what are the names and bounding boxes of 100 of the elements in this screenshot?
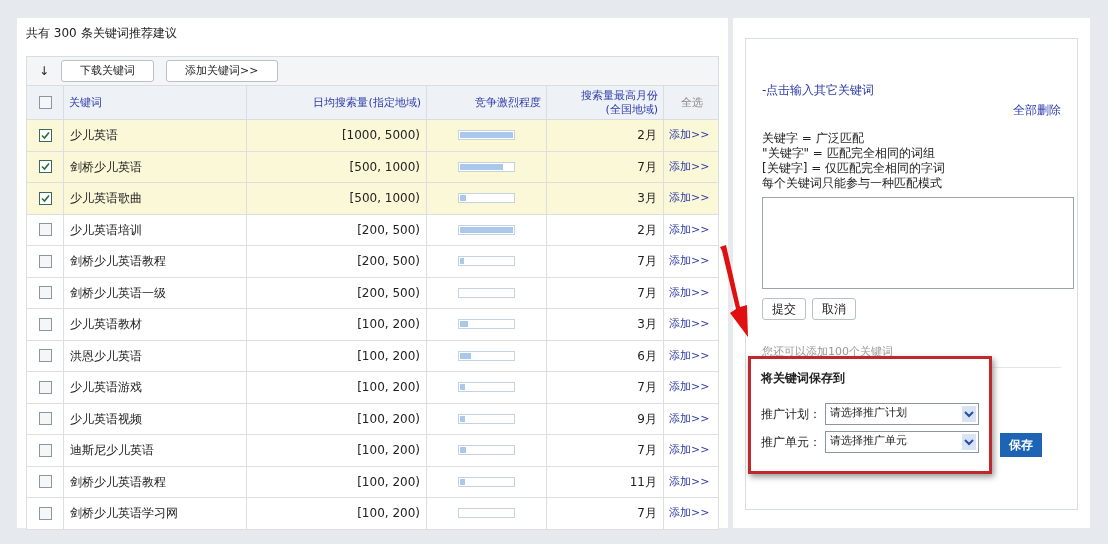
select-field[interactable]: 请选择推广单元: [824, 430, 979, 453]
month-cell-text: 2月: [637, 127, 657, 145]
add-link[interactable]: 添加>>: [669, 473, 710, 490]
table-row[interactable]: 少儿英语 [1000, 5000) 2月 添加>>: [26, 120, 719, 152]
table-row[interactable]: 剑桥少儿英语学习网 [100, 200) 7月 添加>>: [26, 498, 719, 530]
checkbox[interactable]: [38, 506, 52, 520]
keyword-cell-text: 剑桥少儿英语教程: [70, 473, 166, 491]
checkbox[interactable]: [38, 349, 52, 363]
table-row[interactable]: 剑桥少儿英语 [500, 1000) 7月 添加>>: [26, 151, 719, 183]
toolbar-button[interactable]: 添加关键词>>: [166, 60, 278, 82]
volume-cell-text: [100, 200): [357, 379, 420, 397]
volume-cell-text: [1000, 5000): [341, 127, 420, 145]
save-button[interactable]: 保存: [1000, 432, 1042, 457]
checkbox[interactable]: [38, 412, 52, 426]
volume-cell-text: [100, 200): [357, 347, 420, 365]
volume-cell-text: [500, 1000): [349, 190, 420, 208]
volume-cell-text: [100, 200): [357, 442, 420, 460]
add-link[interactable]: 添加>>: [669, 316, 710, 333]
month-cell-text: 7月: [637, 442, 657, 460]
chevron-down-icon: [962, 405, 976, 422]
table-row[interactable]: 剑桥少儿英语教程 [100, 200) 11月 添加>>: [26, 466, 719, 498]
checkbox[interactable]: [38, 254, 52, 268]
form-button[interactable]: 取消: [812, 298, 856, 320]
add-link[interactable]: 添加>>: [669, 410, 710, 427]
volume-cell-text: [500, 1000): [349, 158, 420, 176]
table-row[interactable]: 迪斯尼少儿英语 [100, 200) 7月 添加>>: [26, 435, 719, 467]
table-row[interactable]: 少儿英语培训 [200, 500) 2月 添加>>: [26, 214, 719, 246]
month-cell-text: 7月: [637, 253, 657, 271]
add-link[interactable]: 添加>>: [669, 505, 710, 522]
match-rule-text: [关键字] = 仅匹配完全相同的字词: [762, 161, 947, 176]
match-rule-text: "关键字" = 匹配完全相同的词组: [762, 146, 936, 161]
month-cell-text: 3月: [637, 316, 657, 334]
keyword-cell-text: 少儿英语培训: [70, 221, 142, 239]
competition-bar: [458, 508, 515, 519]
table-row[interactable]: 少儿英语歌曲 [500, 1000) 3月 添加>>: [26, 183, 719, 215]
keyword-cell-text: 剑桥少儿英语教程: [70, 253, 166, 271]
checkbox[interactable]: [38, 223, 52, 237]
volume-cell-text: [100, 200): [357, 316, 420, 334]
toolbar-button[interactable]: 下载关键词: [61, 60, 155, 82]
month-cell-text: 6月: [637, 347, 657, 365]
add-link[interactable]: 添加>>: [669, 127, 710, 144]
field-label: 推广计划：: [761, 405, 822, 423]
select-field[interactable]: 请选择推广计划: [824, 402, 979, 425]
keyword-cell-text: 少儿英语游戏: [70, 379, 142, 397]
keyword-cell-text: 少儿英语视频: [70, 410, 142, 428]
column-header: 日均搜索量(指定地域): [313, 95, 421, 110]
keyword-cell-text: 剑桥少儿英语一级: [70, 284, 166, 302]
add-link[interactable]: 添加>>: [669, 347, 710, 364]
checkbox[interactable]: [38, 443, 52, 457]
table-row[interactable]: 少儿英语视频 [100, 200) 9月 添加>>: [26, 403, 719, 435]
month-cell-text: 9月: [637, 410, 657, 428]
chevron-down-icon: [962, 433, 976, 450]
table-row[interactable]: 剑桥少儿英语一级 [200, 500) 7月 添加>>: [26, 277, 719, 309]
keyword-cell-text: 迪斯尼少儿英语: [70, 442, 154, 460]
keyword-cell-text: 洪恩少儿英语: [70, 347, 142, 365]
keyword-textarea[interactable]: [762, 197, 1074, 289]
competition-bar: [458, 287, 515, 298]
volume-cell-text: [200, 500): [357, 284, 420, 302]
volume-cell-text: [100, 200): [357, 473, 420, 491]
sort-icon[interactable]: ↓: [39, 62, 50, 80]
remaining-text: 您还可以添加100个关键词: [762, 344, 894, 360]
form-button[interactable]: 提交: [762, 298, 806, 320]
match-rule-text: 关键字 = 广泛匹配: [762, 131, 865, 146]
month-cell-text: 3月: [637, 190, 657, 208]
add-link[interactable]: 添加>>: [669, 158, 710, 175]
add-link[interactable]: 添加>>: [669, 379, 710, 396]
column-header: 搜索量最高月份 (全国地域): [581, 88, 658, 117]
checkbox[interactable]: [38, 160, 52, 174]
checkbox[interactable]: [38, 380, 52, 394]
input-keyword-link[interactable]: -点击输入其它关键词: [762, 81, 1061, 99]
keyword-cell-text: 剑桥少儿英语: [70, 158, 142, 176]
table-row[interactable]: 少儿英语教材 [100, 200) 3月 添加>>: [26, 309, 719, 341]
checkbox[interactable]: [38, 286, 52, 300]
keyword-cell-text: 少儿英语教材: [70, 316, 142, 334]
add-link[interactable]: 添加>>: [669, 221, 710, 238]
checkbox[interactable]: [38, 191, 52, 205]
volume-cell-text: [100, 200): [357, 505, 420, 523]
keyword-cell-text: 剑桥少儿英语学习网: [70, 505, 178, 523]
checkbox[interactable]: [38, 96, 52, 109]
summary-text: 共有 300 条关键词推荐建议: [26, 25, 178, 42]
table-row[interactable]: 洪恩少儿英语 [100, 200) 6月 添加>>: [26, 340, 719, 372]
volume-cell-text: [200, 500): [357, 253, 420, 271]
month-cell-text: 7月: [637, 158, 657, 176]
table-row[interactable]: 少儿英语游戏 [100, 200) 7月 添加>>: [26, 372, 719, 404]
volume-cell-text: [200, 500): [357, 221, 420, 239]
add-link[interactable]: 添加>>: [669, 190, 710, 207]
month-cell-text: 7月: [637, 505, 657, 523]
checkbox[interactable]: [38, 475, 52, 489]
checkbox[interactable]: [38, 317, 52, 331]
table-row[interactable]: 剑桥少儿英语教程 [200, 500) 7月 添加>>: [26, 246, 719, 278]
add-link[interactable]: 添加>>: [669, 284, 710, 301]
volume-cell-text: [100, 200): [357, 410, 420, 428]
month-cell-text: 7月: [637, 284, 657, 302]
delete-all-link[interactable]: 全部删除: [1013, 101, 1061, 119]
add-link[interactable]: 添加>>: [669, 442, 710, 459]
keyword-cell-text: 少儿英语歌曲: [70, 190, 142, 208]
match-rule-text: 每个关键词只能参与一种匹配模式: [762, 176, 943, 191]
month-cell-text: 2月: [637, 221, 657, 239]
checkbox[interactable]: [38, 128, 52, 142]
add-link[interactable]: 添加>>: [669, 253, 710, 270]
